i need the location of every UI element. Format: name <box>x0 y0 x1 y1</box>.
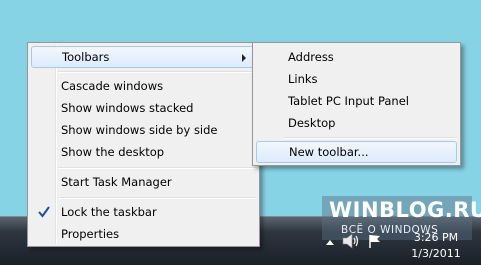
submenu-item-new-toolbar[interactable]: New toolbar... <box>256 141 457 163</box>
menu-item-start-task-manager[interactable]: Start Task Manager <box>31 171 256 193</box>
watermark-title: WINBLOG.RU <box>329 198 481 222</box>
menu-item-label: Lock the taskbar <box>61 205 157 219</box>
menu-item-label: New toolbar... <box>289 145 369 159</box>
clock-time[interactable]: 3:26 PM <box>400 231 472 244</box>
menu-item-label: Tablet PC Input Panel <box>288 94 409 108</box>
menu-item-toolbars[interactable]: Toolbars <box>31 46 256 68</box>
submenu-item-address[interactable]: Address <box>256 46 457 68</box>
menu-item-label: Cascade windows <box>61 79 164 93</box>
submenu-item-desktop[interactable]: Desktop <box>256 112 457 134</box>
menu-item-label: Links <box>288 72 318 86</box>
submenu-item-tablet-pc-input-panel[interactable]: Tablet PC Input Panel <box>256 90 457 112</box>
menu-item-properties[interactable]: Properties <box>31 223 256 245</box>
menu-separator <box>58 71 256 73</box>
checkmark-icon <box>38 206 50 218</box>
menu-item-label: Properties <box>61 227 120 241</box>
show-hidden-icons-icon[interactable] <box>325 238 335 246</box>
menu-separator <box>58 167 256 169</box>
menu-item-label: Desktop <box>288 116 336 130</box>
submenu-item-links[interactable]: Links <box>256 68 457 90</box>
menu-item-lock-taskbar[interactable]: Lock the taskbar <box>31 201 256 223</box>
menu-item-label: Show windows side by side <box>61 123 218 137</box>
action-center-flag-icon[interactable] <box>367 233 383 249</box>
clock-date[interactable]: 1/3/2011 <box>400 247 472 260</box>
submenu-arrow-icon <box>242 54 246 62</box>
menu-separator <box>283 137 457 139</box>
menu-item-label: Show windows stacked <box>61 101 194 115</box>
menu-item-label: Show the desktop <box>61 145 165 159</box>
menu-separator <box>58 197 256 199</box>
menu-item-label: Start Task Manager <box>61 175 172 189</box>
menu-item-toolbars-label: Toolbars <box>62 50 110 64</box>
menu-item-show-windows-side-by-side[interactable]: Show windows side by side <box>31 119 256 141</box>
speaker-icon[interactable] <box>342 233 360 249</box>
menu-item-label: Address <box>288 50 334 64</box>
menu-item-show-desktop[interactable]: Show the desktop <box>31 141 256 163</box>
menu-item-show-windows-stacked[interactable]: Show windows stacked <box>31 97 256 119</box>
menu-item-cascade-windows[interactable]: Cascade windows <box>31 75 256 97</box>
taskbar-context-menu: Toolbars Cascade windows Show windows st… <box>27 42 260 247</box>
toolbars-submenu: Address Links Tablet PC Input Panel Desk… <box>252 42 461 166</box>
